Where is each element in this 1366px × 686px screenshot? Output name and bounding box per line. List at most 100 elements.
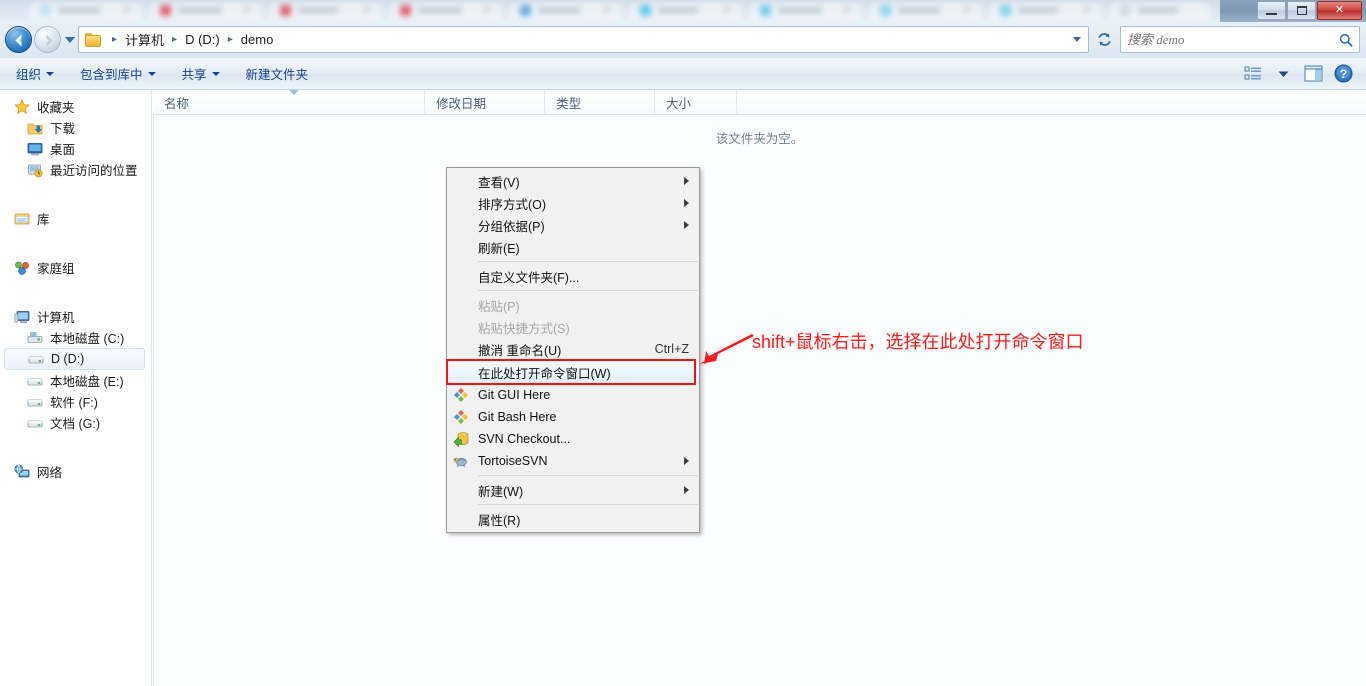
chevron-down-icon [147, 71, 156, 76]
svg-text:?: ? [1339, 67, 1346, 81]
sidebar-group-label: 库 [37, 213, 50, 227]
star-icon [14, 98, 30, 115]
context-menu-item-refresh[interactable]: 刷新(E) [447, 236, 699, 258]
toolbar-item-organize[interactable]: 组织 [6, 62, 64, 86]
toolbar-item-new-folder[interactable]: 新建文件夹 [236, 62, 319, 86]
column-header-name[interactable]: 名称 [153, 90, 425, 114]
context-menu-item-label: 自定义文件夹(F)... [478, 270, 580, 285]
chevron-down-icon[interactable] [1270, 62, 1296, 86]
preview-pane-icon[interactable] [1300, 62, 1326, 86]
breadcrumb: ▸ 计算机 ▸ D (D:) ▸ demo [107, 30, 276, 49]
navigation-pane[interactable]: 收藏夹 下载 桌面 最近访问的位置 库 家庭组 计算机 本地磁盘 (C:) D … [0, 90, 152, 686]
title-bar: ✕ [0, 0, 1366, 22]
column-headers: 名称 修改日期 类型 大小 [153, 90, 1366, 115]
help-icon[interactable]: ? [1330, 62, 1356, 86]
column-header-size[interactable]: 大小 [655, 90, 737, 114]
breadcrumb-separator-2[interactable]: ▸ [223, 34, 238, 45]
submenu-arrow-icon [684, 221, 689, 229]
context-menu-item-label: 粘贴快捷方式(S) [478, 321, 570, 336]
sidebar-item-desktop[interactable]: 桌面 [0, 138, 151, 159]
context-menu-item-customize-folder[interactable]: 自定义文件夹(F)... [447, 265, 699, 287]
breadcrumb-separator-0[interactable]: ▸ [107, 34, 122, 45]
toolbar-item-label: 共享 [181, 68, 207, 82]
toolbar-item-include-in-library[interactable]: 包含到库中 [70, 62, 166, 86]
sidebar-group-homegroup[interactable]: 家庭组 [0, 257, 151, 278]
context-menu-item-accelerator: Ctrl+Z [654, 342, 689, 356]
chevron-down-icon [46, 71, 55, 76]
arrow-left-icon [15, 34, 22, 47]
sidebar-item-drive-e[interactable]: 本地磁盘 (E:) [0, 370, 151, 391]
sidebar-item-drive-g[interactable]: 文档 (G:) [0, 412, 151, 433]
address-dropdown-button[interactable] [1068, 27, 1086, 52]
context-menu-item-open-command-window-here[interactable]: 在此处打开命令窗口(W) [447, 360, 699, 384]
close-button[interactable]: ✕ [1317, 1, 1362, 20]
sort-ascending-icon [288, 90, 299, 95]
context-menu-item-tortoisesvn[interactable]: TortoiseSVN [447, 450, 699, 472]
context-menu-item-label: 刷新(E) [478, 241, 520, 256]
recent-places-icon [27, 162, 43, 178]
sidebar-group-libraries[interactable]: 库 [0, 208, 151, 229]
git-icon [453, 387, 469, 403]
recent-locations-dropdown[interactable] [65, 37, 75, 43]
submenu-arrow-icon [684, 457, 689, 465]
column-header-type[interactable]: 类型 [545, 90, 655, 114]
arrow-right-icon [46, 34, 53, 47]
search-icon[interactable] [1339, 33, 1353, 47]
context-menu-item-new[interactable]: 新建(W) [447, 479, 699, 501]
drive-icon [27, 373, 43, 389]
context-menu-item-git-bash-here[interactable]: Git Bash Here [447, 406, 699, 428]
sidebar-item-downloads[interactable]: 下载 [0, 117, 151, 138]
context-menu-item-label: 粘贴(P) [478, 299, 520, 314]
context-menu-item-properties[interactable]: 属性(R) [447, 508, 699, 530]
context-menu-separator [478, 261, 698, 262]
breadcrumb-separator-1[interactable]: ▸ [167, 34, 182, 45]
context-menu-item-label: SVN Checkout... [478, 432, 571, 446]
search-box[interactable] [1120, 26, 1360, 53]
breadcrumb-bar[interactable]: ▸ 计算机 ▸ D (D:) ▸ demo [78, 26, 1089, 53]
sidebar-group-computer[interactable]: 计算机 [0, 306, 151, 327]
context-menu-item-view[interactable]: 查看(V) [447, 170, 699, 192]
column-header-date-modified[interactable]: 修改日期 [425, 90, 545, 114]
back-button[interactable] [5, 26, 32, 53]
context-menu-item-git-gui-here[interactable]: Git GUI Here [447, 384, 699, 406]
forward-button[interactable] [34, 26, 61, 53]
sidebar-item-drive-f[interactable]: 软件 (F:) [0, 391, 151, 412]
context-menu-item-sort-by[interactable]: 排序方式(O) [447, 192, 699, 214]
window-controls: ✕ [1257, 1, 1362, 21]
address-bar-row: ▸ 计算机 ▸ D (D:) ▸ demo [0, 22, 1366, 58]
context-menu-item-label: 新建(W) [478, 484, 524, 499]
downloads-icon [27, 120, 43, 136]
sidebar-item-drive-d[interactable]: D (D:) [4, 348, 145, 370]
context-menu-item-undo-rename[interactable]: 撤消 重命名(U) Ctrl+Z [447, 338, 699, 360]
sidebar-item-recent-places[interactable]: 最近访问的位置 [0, 159, 151, 180]
breadcrumb-item-0[interactable]: 计算机 [122, 30, 167, 49]
maximize-button[interactable] [1287, 1, 1316, 20]
toolbar-item-share[interactable]: 共享 [172, 62, 230, 86]
context-menu[interactable]: 查看(V) 排序方式(O) 分组依据(P) 刷新(E) 自定义文件夹(F)...… [446, 167, 700, 533]
file-list-pane[interactable]: 名称 修改日期 类型 大小 该文件夹为空。 [153, 90, 1366, 686]
context-menu-item-svn-checkout[interactable]: SVN Checkout... [447, 428, 699, 450]
search-input[interactable] [1127, 31, 1339, 48]
view-list-icon[interactable] [1240, 62, 1266, 86]
chevron-down-icon [1073, 37, 1081, 42]
sidebar-item-label: 软件 (F:) [50, 396, 98, 410]
refresh-button[interactable] [1092, 26, 1116, 53]
sidebar-item-label: 最近访问的位置 [50, 164, 138, 178]
chevron-down-icon [211, 71, 220, 76]
breadcrumb-item-1[interactable]: D (D:) [182, 32, 223, 47]
submenu-arrow-icon [684, 177, 689, 185]
arrow-left-icon [699, 334, 754, 364]
breadcrumb-item-2[interactable]: demo [238, 32, 277, 47]
sidebar-group-network[interactable]: 网络 [0, 461, 151, 482]
sidebar-item-drive-c[interactable]: 本地磁盘 (C:) [0, 327, 151, 348]
context-menu-item-label: TortoiseSVN [478, 454, 548, 468]
library-icon [14, 211, 30, 227]
context-menu-item-paste: 粘贴(P) [447, 294, 699, 316]
context-menu-item-group-by[interactable]: 分组依据(P) [447, 214, 699, 236]
column-header-label: 修改日期 [436, 96, 487, 111]
minimize-button[interactable] [1257, 1, 1286, 20]
sidebar-group-favorites[interactable]: 收藏夹 [0, 96, 151, 117]
